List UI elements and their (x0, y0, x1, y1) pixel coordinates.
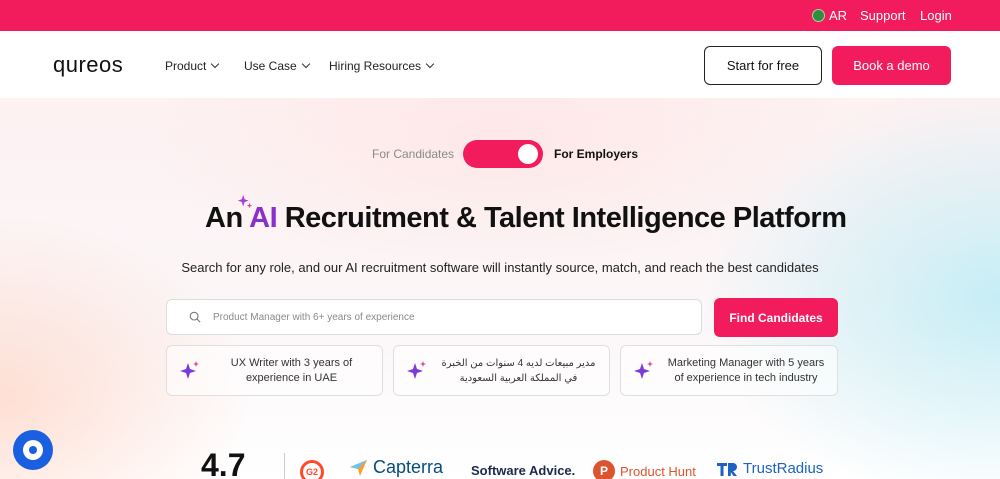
toggle-knob (518, 144, 538, 164)
top-bar: AR Support Login (0, 0, 1000, 31)
chevron-down-icon (301, 59, 310, 69)
trustradius-mark-icon (717, 462, 737, 476)
search-input[interactable] (213, 300, 683, 334)
hero-section: For Candidates For Employers An AI Recru… (0, 98, 1000, 479)
sparkle-icon (634, 361, 653, 379)
for-employers-label[interactable]: For Employers (554, 147, 638, 161)
software-advice-wordmark: Software Advice. (471, 463, 576, 478)
nav-item-label: Product (165, 59, 207, 73)
nav-item-use-case[interactable]: Use Case (244, 59, 310, 73)
capterra-logo: Capterra (350, 457, 443, 478)
g2-badge-icon: G2 (300, 460, 324, 479)
chat-launcher-button[interactable] (13, 430, 53, 470)
product-hunt-icon: P (593, 460, 615, 479)
language-label: AR (829, 8, 848, 23)
chevron-down-icon (425, 59, 435, 69)
suggestion-text: Marketing Manager with 5 years of experi… (667, 357, 825, 384)
book-a-demo-button[interactable]: Book a demo (832, 46, 951, 85)
sparkle-icon (180, 361, 199, 379)
chat-icon (23, 440, 43, 460)
chevron-down-icon (211, 59, 220, 69)
hero-subtitle: Search for any role, and our AI recruitm… (181, 260, 819, 275)
nav-item-label: Hiring Resources (329, 59, 422, 73)
trustradius-logo: TrustRadius (716, 460, 823, 477)
saudi-flag-icon (812, 9, 825, 22)
suggestion-text: UX Writer with 3 years of experience in … (230, 357, 353, 384)
g2-logo: G2 (300, 460, 324, 479)
nav-item-hiring-resources[interactable]: Hiring Resources (329, 59, 435, 73)
headline-suffix: Recruitment & Talent Intelligence Platfo… (277, 202, 847, 234)
search-icon (189, 311, 201, 323)
suggestion-chip[interactable]: Marketing Manager with 5 years of experi… (620, 345, 838, 396)
software-advice-logo: Software Advice. (471, 463, 575, 478)
product-hunt-logo: P Product Hunt (593, 460, 696, 479)
sparkle-icon (407, 361, 426, 379)
for-candidates-label[interactable]: For Candidates (372, 147, 454, 161)
language-switcher[interactable]: AR (812, 8, 847, 23)
nav-item-product[interactable]: Product (165, 59, 220, 73)
trustradius-wordmark: TrustRadius (743, 460, 824, 477)
nav-item-label: Use Case (244, 59, 297, 73)
main-navigation: qureos Product Use Case Hiring Resources… (0, 31, 1000, 98)
product-hunt-wordmark: Product Hunt (620, 463, 696, 479)
page-title: An AI Recruitment & Talent Intelligence … (205, 202, 847, 235)
capterra-wordmark: Capterra (373, 457, 444, 477)
headline-ai: AI (249, 202, 278, 234)
candidate-search-box[interactable] (166, 299, 702, 335)
qureos-logo[interactable]: qureos (53, 52, 123, 78)
average-rating: 4.7 (201, 447, 246, 479)
suggestion-chip[interactable]: مدير مبيعات لديه 4 سنوات من الخبرة في ال… (393, 345, 610, 396)
divider (284, 453, 285, 479)
login-link[interactable]: Login (920, 8, 952, 23)
start-for-free-button[interactable]: Start for free (704, 46, 822, 85)
suggestion-chip[interactable]: UX Writer with 3 years of experience in … (166, 345, 383, 396)
audience-toggle[interactable] (463, 140, 543, 168)
suggestion-text: مدير مبيعات لديه 4 سنوات من الخبرة في ال… (441, 358, 596, 384)
support-link[interactable]: Support (860, 8, 906, 23)
capterra-arrow-icon (350, 459, 367, 476)
find-candidates-button[interactable]: Find Candidates (714, 298, 838, 337)
headline-prefix: An (205, 202, 250, 234)
